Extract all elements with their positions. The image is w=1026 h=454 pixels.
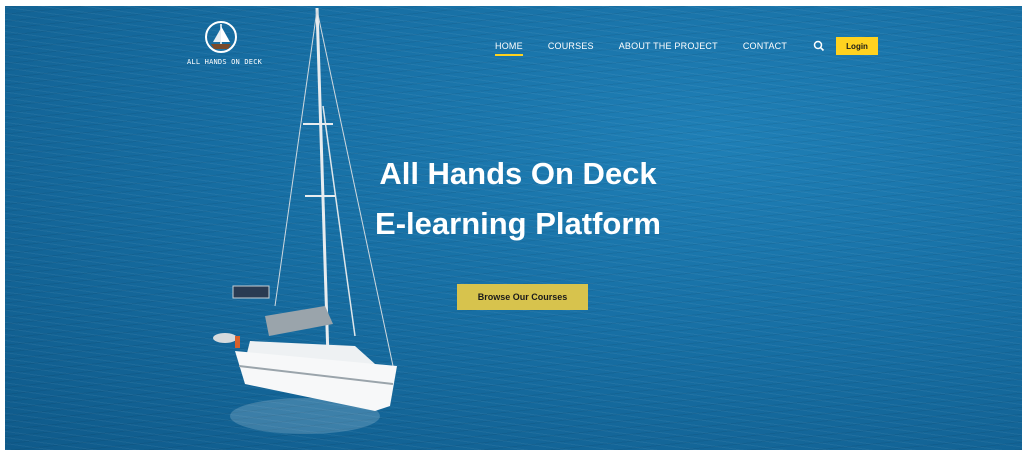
nav-item-about[interactable]: ABOUT THE PROJECT: [619, 41, 718, 51]
logo-text: ALL HANDS ON DECK: [187, 58, 263, 66]
nav-item-home[interactable]: HOME: [495, 41, 523, 56]
nav-item-courses[interactable]: COURSES: [548, 41, 594, 51]
sailboat-emblem-icon: [205, 21, 237, 53]
search-icon[interactable]: [812, 39, 826, 53]
nav-item-contact[interactable]: CONTACT: [743, 41, 787, 51]
login-button[interactable]: Login: [836, 37, 879, 55]
hero-background: ALL HANDS ON DECK HOME COURSES ABOUT THE…: [5, 6, 1022, 450]
hero-title-line1: All Hands On Deck: [379, 156, 657, 191]
site-logo[interactable]: ALL HANDS ON DECK: [187, 20, 263, 66]
browse-courses-button[interactable]: Browse Our Courses: [457, 284, 588, 310]
hero-title-line2: E-learning Platform: [375, 206, 661, 241]
main-nav: HOME COURSES ABOUT THE PROJECT CONTACT L…: [495, 37, 879, 56]
